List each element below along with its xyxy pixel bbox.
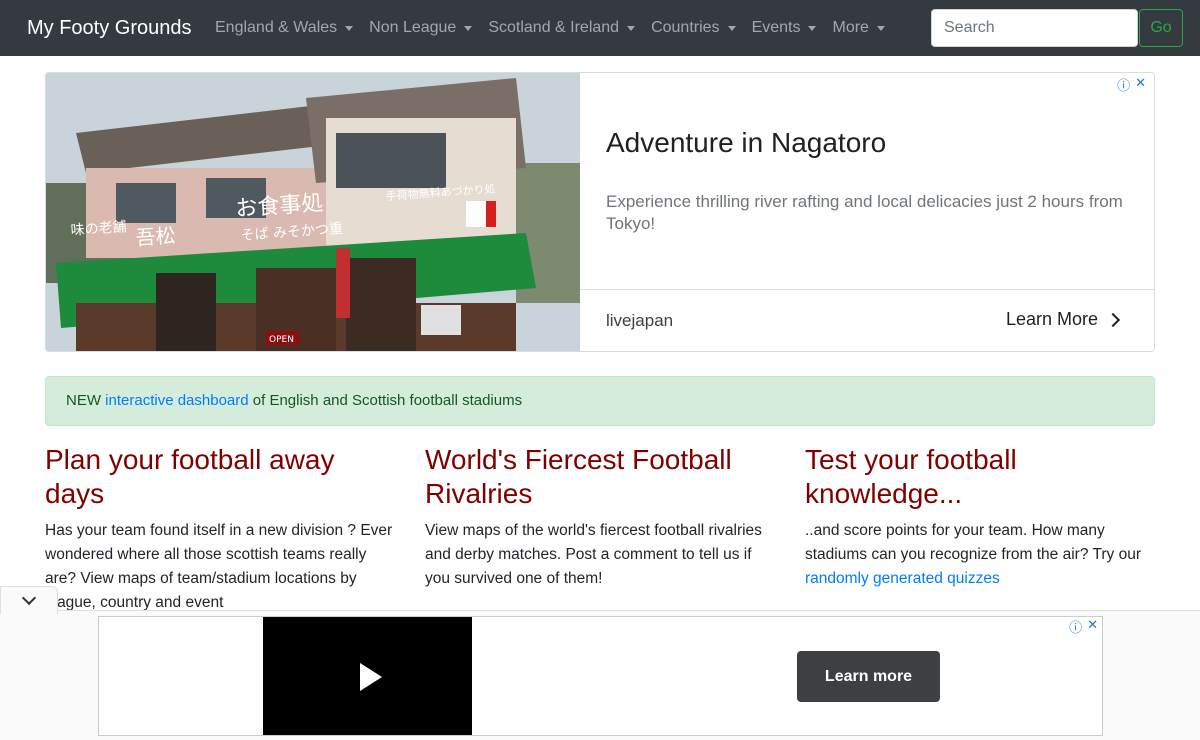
new-dashboard-alert: NEW interactive dashboard of English and…	[45, 376, 1155, 426]
ad-close-icon[interactable]: ✕	[1087, 617, 1098, 636]
alert-suffix: of English and Scottish football stadium…	[248, 392, 523, 409]
feature-away-days: Plan your football away days Has your te…	[45, 443, 395, 615]
search-input[interactable]	[931, 9, 1138, 47]
ad-banner-bottom[interactable]: Learn more ⓘ ✕	[98, 616, 1103, 736]
nav-label: More	[832, 19, 869, 36]
nav-label: England & Wales	[215, 19, 338, 36]
ad-info-icon[interactable]: ⓘ	[1117, 75, 1130, 94]
go-button[interactable]: Go	[1139, 9, 1183, 47]
ad-info-icon[interactable]: ⓘ	[1069, 617, 1082, 636]
ad-source[interactable]: livejapan	[606, 311, 673, 331]
ad-learn-more-button[interactable]: Learn More	[1005, 309, 1121, 330]
nav-non-league[interactable]: Non League	[361, 19, 480, 37]
ad-learn-more-label: Learn More	[1005, 309, 1098, 329]
ad-banner-top[interactable]: お食事処 味の老舗 吾松 そば みそかつ重 手荷物無料あづかり処 OPEN ⓘ …	[45, 72, 1155, 352]
ad-choices-bottom[interactable]: ⓘ ✕	[1069, 617, 1098, 636]
ad-headline[interactable]: Adventure in Nagatoro	[606, 127, 886, 159]
ad-body-text[interactable]: Experience thrilling river rafting and l…	[606, 191, 1136, 235]
feature-title[interactable]: World's Fiercest Football Rivalries	[425, 443, 775, 511]
nav-label: Scotland & Ireland	[488, 19, 620, 36]
caret-down-icon	[876, 25, 885, 31]
chevron-right-icon	[1105, 312, 1121, 327]
nav-scotland-ireland[interactable]: Scotland & Ireland	[480, 19, 643, 37]
feature-text-wrap: ..and score points for your team. How ma…	[805, 519, 1155, 591]
feature-rivalries: World's Fiercest Football Rivalries View…	[425, 443, 775, 591]
ad-divider	[580, 289, 1154, 290]
feature-text: Has your team found itself in a new divi…	[45, 522, 393, 611]
play-icon[interactable]	[359, 663, 382, 691]
open-sign-text: OPEN	[269, 335, 294, 345]
ad-image-shopfront[interactable]: お食事処 味の老舗 吾松 そば みそかつ重 手荷物無料あづかり処 OPEN	[46, 73, 580, 351]
ad-learn-more-button-bottom[interactable]: Learn more	[797, 651, 940, 702]
quizzes-link[interactable]: randomly generated quizzes	[805, 570, 1000, 587]
nav-more[interactable]: More	[824, 19, 892, 37]
feature-title[interactable]: Plan your football away days	[45, 443, 395, 511]
feature-title[interactable]: Test your football knowledge...	[805, 443, 1155, 511]
nav-label: Non League	[369, 19, 457, 36]
caret-down-icon	[808, 25, 817, 31]
chevron-down-icon	[21, 590, 37, 606]
collapse-ad-button[interactable]	[0, 586, 58, 614]
nav-countries[interactable]: Countries	[643, 19, 743, 37]
nav-events[interactable]: Events	[744, 19, 825, 37]
caret-down-icon	[727, 25, 736, 31]
alert-prefix: NEW	[66, 392, 106, 409]
sign-text-name: 吾松	[135, 223, 177, 250]
caret-down-icon	[627, 25, 636, 31]
nav-menu: England & Wales Non League Scotland & Ir…	[207, 0, 893, 56]
top-navbar: My Footy Grounds England & Wales Non Lea…	[0, 0, 1200, 56]
feature-text: View maps of the world's fiercest footba…	[425, 522, 762, 587]
nav-label: Countries	[651, 19, 720, 36]
ad-video[interactable]	[263, 617, 472, 735]
ad-close-icon[interactable]: ✕	[1135, 75, 1146, 94]
caret-down-icon	[464, 25, 473, 31]
interactive-dashboard-link[interactable]: interactive dashboard	[105, 392, 248, 409]
caret-down-icon	[345, 25, 354, 31]
nav-label: Events	[751, 19, 801, 36]
ad-choices[interactable]: ⓘ ✕	[1117, 75, 1146, 94]
feature-text: ..and score points for your team. How ma…	[805, 522, 1141, 563]
nav-england-wales[interactable]: England & Wales	[207, 19, 361, 37]
brand-logo[interactable]: My Footy Grounds	[27, 0, 192, 56]
feature-quiz: Test your football knowledge... ..and sc…	[805, 443, 1155, 591]
